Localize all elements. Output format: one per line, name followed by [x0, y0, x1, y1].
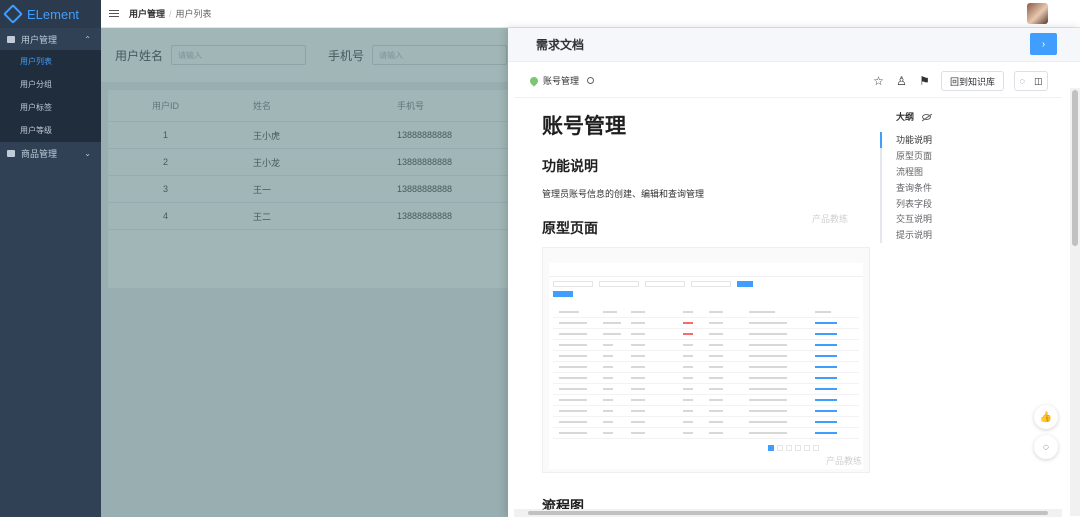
- drawer-header: 需求文档 ›: [508, 28, 1080, 62]
- outline-list: 功能说明 原型页面 流程图 查询条件 列表字段 交互说明 提示说明: [880, 132, 1056, 243]
- outline-item[interactable]: 查询条件: [896, 179, 1056, 195]
- horizontal-scroll-thumb[interactable]: [528, 511, 1048, 515]
- outline-active-marker: [880, 132, 882, 148]
- star-icon[interactable]: ☆: [872, 74, 885, 88]
- submenu-user: 用户列表 用户分组 用户标签 用户等级: [0, 50, 101, 142]
- doc-pin-icon: [528, 74, 540, 87]
- horizontal-scrollbar[interactable]: [514, 509, 1062, 517]
- thumb-up-icon: 👍: [1039, 411, 1053, 423]
- menu-group-product-management[interactable]: 商品管理 ⌄: [0, 142, 101, 164]
- modal-overlay[interactable]: [101, 28, 508, 517]
- prototype-pagination: [768, 445, 819, 451]
- breadcrumb: 用户管理 / 用户列表: [129, 7, 212, 20]
- outline-item[interactable]: 流程图: [896, 164, 1056, 180]
- outline-item[interactable]: 原型页面: [896, 148, 1056, 164]
- menu-icon: [7, 35, 15, 43]
- element-logo-icon: [3, 4, 23, 24]
- requirements-drawer: 需求文档 › 账号管理 ☆ ♙ ⚑ 回到知识库 ◌ ◫ 账号管理 功能说明 管理…: [508, 28, 1080, 517]
- back-to-kb-button[interactable]: 回到知识库: [940, 71, 1004, 91]
- comment-button[interactable]: ◌: [1034, 435, 1058, 459]
- comment-icon[interactable]: ◌: [1020, 76, 1025, 86]
- document-frame: 账号管理 ☆ ♙ ⚑ 回到知识库 ◌ ◫ 账号管理 功能说明 管理员账号信息的创…: [514, 64, 1062, 510]
- toolbar-actions: ☆ ♙ ⚑ 回到知识库 ◌ ◫: [872, 71, 1048, 91]
- expand-drawer-button[interactable]: ›: [1030, 33, 1057, 55]
- prototype-image: 产品教练: [542, 247, 870, 473]
- doc-heading: 账号管理: [542, 115, 626, 138]
- watermark: 产品教练: [812, 214, 849, 224]
- section-func-title: 功能说明: [542, 158, 598, 174]
- chevron-up-icon: ⌃: [84, 34, 91, 44]
- outline-panel: 大纲 功能说明 原型页面 流程图 查询条件 列表字段 交互说明 提示说明: [880, 110, 1056, 243]
- sidebar-item-user-tag[interactable]: 用户标签: [0, 96, 101, 119]
- chat-icon: ◌: [1043, 441, 1049, 453]
- eye-off-icon[interactable]: [922, 113, 932, 120]
- sidebar: ELement 用户管理 ⌃ 用户列表 用户分组 用户标签 用户等级 商品管理 …: [0, 0, 101, 517]
- breadcrumb-parent[interactable]: 用户管理: [129, 9, 165, 19]
- top-header: 用户管理 / 用户列表: [101, 0, 1080, 28]
- menu-group-label: 商品管理: [21, 148, 58, 159]
- outline-header: 大纲: [896, 110, 1056, 123]
- vertical-scroll-thumb[interactable]: [1072, 90, 1078, 246]
- section-func-text: 管理员账号信息的创建、编辑和查询管理: [542, 189, 705, 199]
- outline-item[interactable]: 交互说明: [896, 211, 1056, 227]
- outline-item[interactable]: 提示说明: [896, 227, 1056, 243]
- brand-name: ELement: [27, 6, 80, 22]
- menu-group-label: 用户管理: [21, 34, 58, 45]
- menu-group-user-management[interactable]: 用户管理 ⌃: [0, 28, 101, 50]
- like-button[interactable]: 👍: [1034, 405, 1058, 429]
- doc-toolbar: 账号管理 ☆ ♙ ⚑ 回到知识库 ◌ ◫: [514, 64, 1062, 98]
- drawer-title: 需求文档: [536, 38, 585, 52]
- user-add-icon[interactable]: ♙: [895, 74, 908, 88]
- breadcrumb-current: 用户列表: [175, 9, 212, 19]
- brand-logo[interactable]: ELement: [0, 0, 101, 28]
- outline-title: 大纲: [896, 112, 915, 122]
- avatar[interactable]: [1027, 3, 1048, 24]
- outline-item[interactable]: 功能说明: [896, 132, 1056, 148]
- prototype-breadcrumb: [543, 248, 869, 259]
- sidebar-item-user-list[interactable]: 用户列表: [0, 50, 101, 73]
- prototype-table: [553, 307, 859, 439]
- doc-status-icon[interactable]: [587, 77, 595, 84]
- flag-icon[interactable]: ⚑: [918, 74, 931, 88]
- menu-icon: [7, 149, 15, 157]
- prototype-card: [549, 263, 863, 469]
- prototype-add-button: [553, 291, 573, 297]
- breadcrumb-separator: /: [169, 9, 172, 19]
- chevron-down-icon: ⌄: [84, 148, 91, 158]
- sidebar-item-user-group[interactable]: 用户分组: [0, 73, 101, 96]
- section-proto-title: 原型页面: [542, 220, 598, 236]
- section-flow-text: 无: [542, 501, 552, 511]
- view-toggle-group: ◌ ◫: [1014, 71, 1048, 91]
- doc-name[interactable]: 账号管理: [543, 74, 579, 87]
- watermark: 产品教练: [826, 456, 863, 466]
- panel-icon[interactable]: ◫: [1034, 76, 1043, 87]
- sidebar-item-user-level[interactable]: 用户等级: [0, 119, 101, 142]
- chevron-right-icon: ›: [1041, 38, 1046, 50]
- outline-item[interactable]: 列表字段: [896, 195, 1056, 211]
- hamburger-icon[interactable]: [109, 10, 119, 17]
- prototype-title: [549, 263, 863, 277]
- prototype-filters: [549, 277, 863, 291]
